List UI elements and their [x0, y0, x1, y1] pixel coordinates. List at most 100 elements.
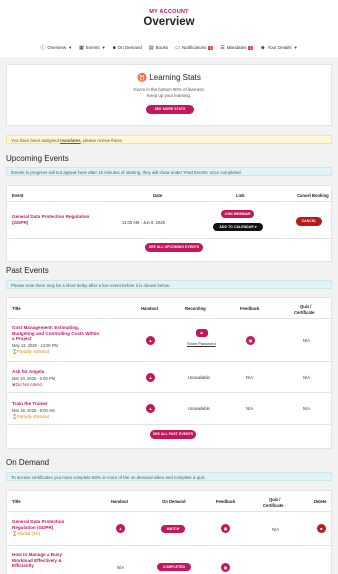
column-header: Link — [236, 193, 245, 198]
event-date: May 13, 2025 - 12:00 PM — [12, 343, 58, 348]
calendar-icon: ▦ — [79, 44, 84, 51]
event-title-line: Train the Trainer — [12, 401, 48, 406]
feedback-icon: ▣ — [223, 526, 228, 531]
feedback-button[interactable]: ▣ — [221, 563, 230, 572]
feedback-button[interactable]: ▣ — [221, 524, 230, 533]
nav-label: Books — [155, 45, 169, 50]
stats-line-2: Keep up your learning. — [146, 93, 192, 98]
nav-your-details[interactable]: ☻ Your Details ▼ — [260, 44, 297, 51]
download-handout-button[interactable]: ▲ — [146, 404, 155, 413]
course-title-line: How to Manage a Busy — [12, 552, 63, 557]
video-icon: ■ — [112, 44, 116, 51]
user-icon: ☻ — [260, 44, 266, 51]
nav-on-demand[interactable]: ■ On Demand — [113, 44, 142, 51]
event-date: Mar 19, 2025 - 9:00 AM — [12, 408, 55, 413]
chevron-down-icon: ▼ — [101, 45, 106, 50]
quiz-status: N/A — [272, 527, 279, 532]
course-title-line: Efficiently — [12, 563, 34, 569]
download-handout-button[interactable]: ▲ — [146, 336, 155, 345]
event-title-link[interactable]: Cost Management: Estimating, Budgeting a… — [12, 325, 99, 342]
divider — [7, 238, 331, 239]
column-header: Handout — [111, 499, 128, 504]
download-icon: ▲ — [148, 406, 153, 411]
breadcrumb[interactable]: MY ACCOUNT — [0, 9, 338, 15]
past-events-title: Past Events — [6, 266, 49, 275]
nav-overview[interactable]: ⓘ Overview ▼ — [40, 44, 72, 51]
column-header: Certificate — [263, 503, 284, 508]
show-password-link[interactable]: Show Password — [187, 341, 216, 346]
upcoming-events-table: Event Date Link Cancel Booking General D… — [6, 185, 332, 262]
mandates-link[interactable]: mandates — [60, 138, 81, 143]
cancel-booking-button[interactable]: CANCEL — [296, 217, 322, 226]
attendance-status: ⌛Partially Attended — [12, 349, 49, 354]
divider — [7, 361, 331, 362]
past-events-table: Title Handout Recording Feedback Quiz / … — [6, 297, 332, 449]
event-title-link[interactable]: Ask for Angela — [12, 369, 44, 375]
stats-title-text: Learning Stats — [149, 73, 201, 82]
past-notice: Please note there may be a short delay a… — [6, 280, 332, 289]
quiz-status: N/A — [303, 338, 310, 343]
on-demand-notice: To access certificates you must complete… — [6, 472, 332, 481]
trophy-icon: ♉ — [137, 73, 148, 82]
see-all-upcoming-events-button[interactable]: SEE ALL UPCOMING EVENTS — [145, 243, 203, 252]
feedback-button[interactable]: ▣ — [246, 336, 255, 345]
feedback-icon: ▣ — [248, 338, 253, 343]
watch-button[interactable]: WATCH — [161, 525, 185, 533]
feedback-status: N/A — [246, 406, 253, 411]
attendance-status: ⌛Partially Attended — [12, 414, 49, 419]
delete-button[interactable]: ■ — [317, 524, 326, 533]
list-icon: ☰ — [220, 44, 225, 51]
course-title-line: Regulation (GDPR) — [12, 524, 54, 530]
chat-icon: ▭ — [175, 44, 180, 51]
join-webinar-button[interactable]: JOIN WEBINAR — [221, 210, 254, 218]
column-header: Quiz / — [269, 497, 281, 502]
add-to-calendar-button[interactable]: ADD TO CALENDAR ▾ — [213, 223, 263, 231]
column-header: Quiz / — [300, 304, 312, 309]
chevron-down-icon: ▼ — [293, 45, 298, 50]
nav-label: Your Details — [267, 45, 292, 50]
learning-stats-card: ♉ Learning Stats You're in the bottom 90… — [6, 64, 332, 126]
download-handout-button[interactable]: ▲ — [116, 524, 125, 533]
nav-books[interactable]: ▤ Books — [149, 44, 168, 51]
nav-label: Events — [85, 45, 100, 50]
event-title-link[interactable]: General Data Protection Regulation (GDPR… — [12, 214, 89, 225]
event-title-link[interactable]: Train the Trainer — [12, 401, 48, 407]
mandates-badge: 1 — [248, 45, 254, 50]
divider — [7, 318, 331, 319]
on-demand-table: Title Handout On Demand Feedback Quiz / … — [6, 490, 332, 574]
see-all-past-events-button[interactable]: SEE ALL PAST EVENTS — [150, 430, 196, 439]
nav-mandates[interactable]: ☰ Mandates 1 — [220, 44, 254, 51]
column-header: Feedback — [240, 306, 260, 311]
event-date: 11:00 AM - Jun 6, 2025 — [122, 220, 165, 225]
course-title-link[interactable]: How to Manage a Busy Workload Effectivel… — [12, 552, 62, 569]
notification-badge: 1 — [208, 45, 214, 50]
page-header: MY ACCOUNT Overview ⓘ Overview ▼ ▦ Event… — [0, 0, 338, 57]
nav-events[interactable]: ▦ Events ▼ — [79, 44, 105, 51]
download-icon: ▲ — [118, 526, 123, 531]
event-title-line: General Data Protection Regulation — [12, 214, 90, 219]
column-header: Certificate — [294, 310, 315, 315]
account-nav: ⓘ Overview ▼ ▦ Events ▼ ■ On Demand ▤ Bo… — [0, 44, 338, 52]
watch-recording-button[interactable]: ▶ — [196, 329, 208, 337]
event-title-line: (GDPR) — [12, 219, 29, 225]
book-icon: ▤ — [148, 44, 154, 51]
see-more-stats-button[interactable]: SEE MORE STATS — [146, 105, 194, 114]
mandates-notice: You have been assigned mandates, please … — [6, 135, 332, 144]
completed-button[interactable]: COMPLETED — [157, 563, 191, 571]
divider — [7, 545, 331, 546]
column-header: Delete — [314, 499, 327, 504]
column-header: Date — [153, 193, 163, 198]
course-title-link[interactable]: General Data Protection Regulation (GDPR… — [12, 519, 64, 530]
course-title-line: General Data Protection — [12, 519, 65, 524]
download-handout-button[interactable]: ▲ — [146, 373, 155, 382]
quiz-status: N/A — [303, 375, 310, 380]
nav-label: Overview — [47, 45, 67, 50]
progress-status: ⌛Started (3%) — [12, 531, 41, 536]
column-header: On Demand — [162, 499, 186, 504]
download-icon: ▲ — [148, 338, 153, 343]
learning-stats-title: ♉ Learning Stats — [7, 73, 331, 82]
column-header: Cancel Booking — [297, 193, 329, 198]
nav-notifications[interactable]: ▭ Notifications 1 — [175, 44, 214, 51]
on-demand-title: On Demand — [6, 458, 50, 467]
feedback-icon: ▣ — [223, 565, 228, 570]
